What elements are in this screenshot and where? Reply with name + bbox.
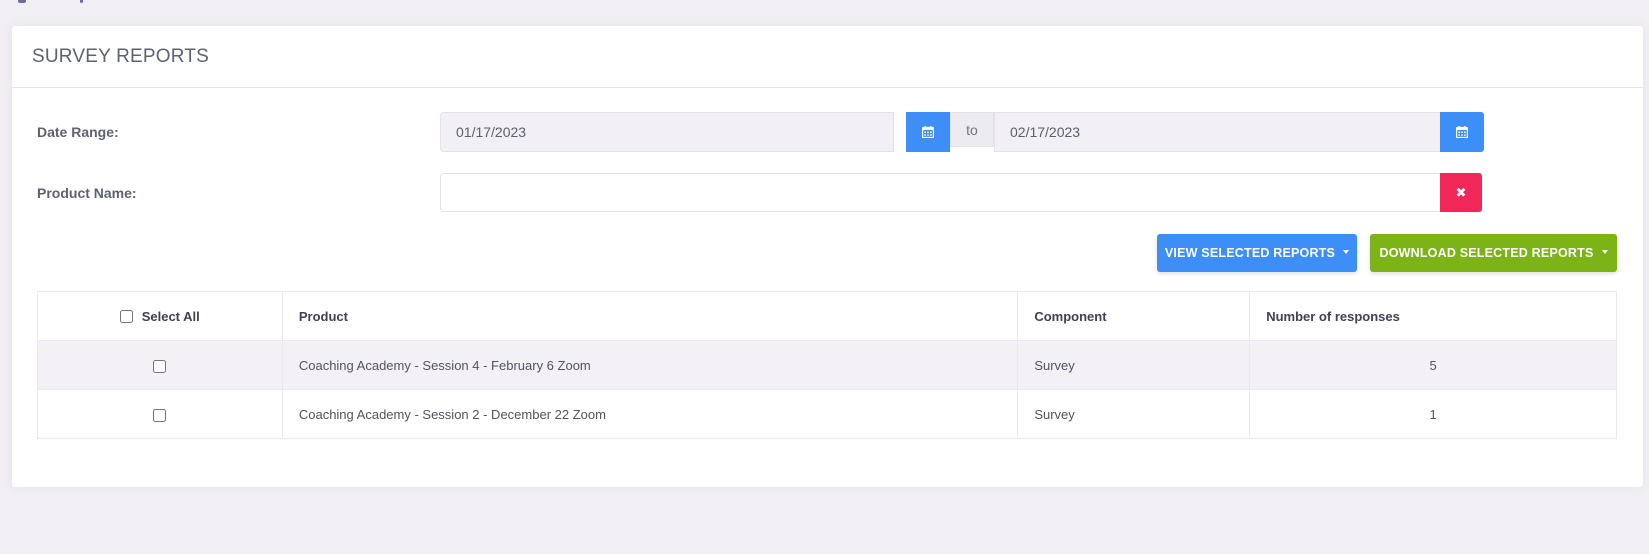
table-header-row: Select All Product Component Number of r… — [37, 291, 1617, 341]
view-selected-reports-button[interactable]: VIEW SELECTED REPORTS — [1157, 234, 1357, 272]
view-selected-reports-label: VIEW SELECTED REPORTS — [1164, 246, 1336, 260]
table-row: Coaching Academy - Session 4 - February … — [37, 340, 1617, 390]
caret-down-icon — [1343, 250, 1350, 254]
table-row: Coaching Academy - Session 2 - December … — [37, 389, 1617, 439]
product-name-input[interactable] — [440, 173, 1441, 212]
date-to-input[interactable]: 02/17/2023 — [994, 112, 1452, 152]
times-icon: ✖ — [1455, 184, 1467, 200]
column-header-component[interactable]: Component — [1017, 291, 1251, 341]
column-header-product[interactable]: Product — [281, 291, 1019, 341]
clear-product-button[interactable]: ✖ — [1440, 173, 1482, 212]
calendar-icon — [922, 126, 934, 138]
responses-cell: 5 — [1249, 340, 1617, 390]
date-range-label: Date Range: — [37, 124, 119, 140]
caret-down-icon — [1601, 250, 1608, 254]
page-title: SURVEY REPORTS — [32, 45, 210, 67]
download-selected-reports-label: DOWNLOAD SELECTED REPORTS — [1379, 246, 1594, 260]
date-range-separator: to — [950, 112, 994, 147]
row-checkbox[interactable] — [153, 359, 167, 373]
product-cell: Coaching Academy - Session 4 - February … — [281, 340, 1019, 390]
date-from-input[interactable]: 01/17/2023 — [440, 112, 894, 152]
product-cell: Coaching Academy - Session 2 - December … — [281, 389, 1019, 439]
calendar-icon — [1456, 126, 1468, 138]
select-all-checkbox[interactable] — [120, 310, 134, 324]
select-all-header: Select All — [37, 291, 283, 341]
select-all-label: Select All — [141, 309, 200, 325]
row-select-cell — [37, 340, 283, 390]
date-to-calendar-button[interactable] — [1440, 112, 1484, 152]
reports-table: Select All Product Component Number of r… — [37, 291, 1617, 439]
component-cell: Survey — [1017, 389, 1251, 439]
date-from-calendar-button[interactable] — [906, 112, 950, 152]
component-cell: Survey — [1017, 340, 1251, 390]
top-nav-remnant — [18, 0, 88, 4]
responses-cell: 1 — [1249, 389, 1617, 439]
column-header-responses[interactable]: Number of responses — [1249, 291, 1617, 341]
download-selected-reports-button[interactable]: DOWNLOAD SELECTED REPORTS — [1370, 234, 1617, 272]
product-name-label: Product Name: — [37, 185, 137, 201]
card-header: SURVEY REPORTS — [12, 26, 1643, 88]
row-select-cell — [37, 389, 283, 439]
survey-reports-card: SURVEY REPORTS Date Range: 01/17/2023 to… — [12, 26, 1643, 487]
row-checkbox[interactable] — [153, 408, 167, 422]
